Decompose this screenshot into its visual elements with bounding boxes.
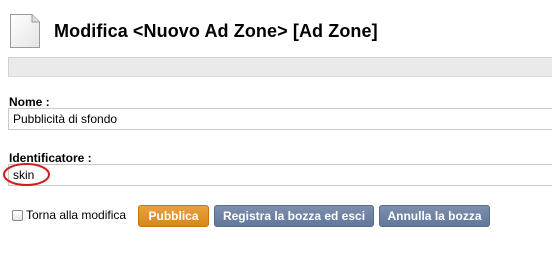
toolbar-bar xyxy=(8,57,552,77)
name-input[interactable] xyxy=(8,108,552,130)
identifier-label: Identificatore : xyxy=(9,151,92,165)
page-header: Modifica <Nuovo Ad Zone> [Ad Zone] xyxy=(0,0,552,56)
back-to-edit-checkbox[interactable]: Torna alla modifica xyxy=(12,208,126,222)
page-title: Modifica <Nuovo Ad Zone> [Ad Zone] xyxy=(54,21,378,41)
save-draft-button[interactable]: Registra la bozza ed esci xyxy=(214,205,374,227)
cancel-draft-button[interactable]: Annulla la bozza xyxy=(379,205,490,227)
document-icon xyxy=(9,13,41,49)
name-label: Nome : xyxy=(9,95,50,109)
publish-button[interactable]: Pubblica xyxy=(138,205,209,227)
identifier-input[interactable] xyxy=(8,164,552,186)
back-to-edit-label: Torna alla modifica xyxy=(26,208,127,222)
checkbox-box[interactable] xyxy=(12,209,23,221)
